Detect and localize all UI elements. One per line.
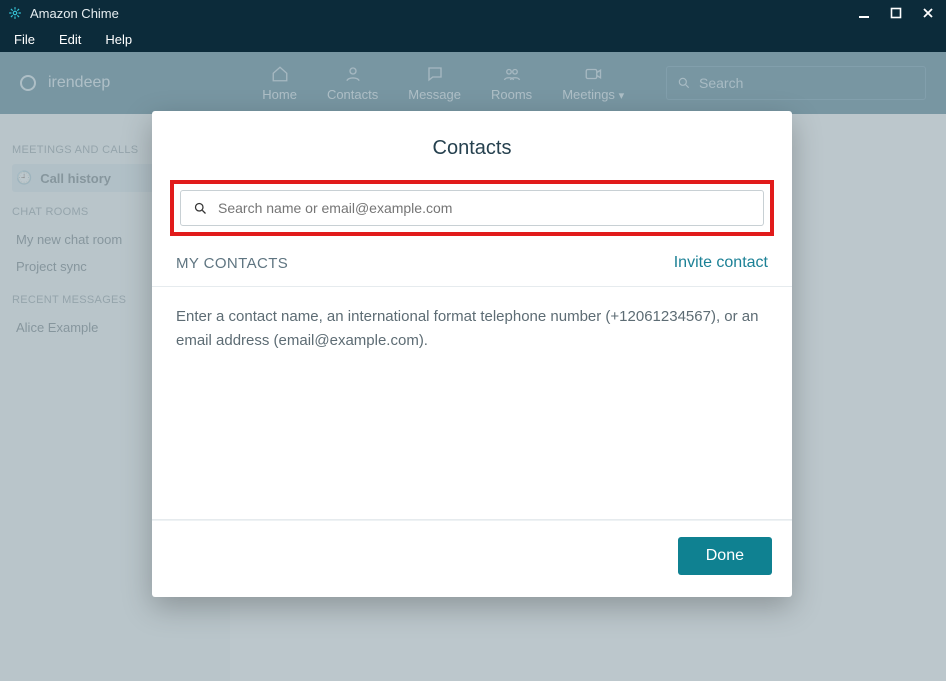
menu-help[interactable]: Help [105, 32, 132, 47]
titlebar: Amazon Chime [0, 0, 946, 26]
modal-search-field[interactable] [180, 190, 764, 226]
modal-help-text: Enter a contact name, an international f… [152, 287, 792, 371]
minimize-button[interactable] [858, 7, 876, 19]
modal-search-highlight [170, 180, 774, 236]
app-icon [8, 6, 22, 20]
menu-file[interactable]: File [14, 32, 35, 47]
done-button[interactable]: Done [678, 537, 772, 575]
search-icon [193, 201, 208, 216]
menu-edit[interactable]: Edit [59, 32, 81, 47]
contacts-modal: Contacts MY CONTACTS Invite contact Ente… [152, 111, 792, 597]
close-button[interactable] [922, 7, 940, 19]
modal-footer: Done [152, 520, 792, 597]
modal-search-input[interactable] [218, 200, 751, 216]
modal-subheader: MY CONTACTS Invite contact [152, 250, 792, 286]
window-controls [858, 7, 940, 19]
menubar: File Edit Help [0, 26, 946, 52]
maximize-button[interactable] [890, 7, 908, 19]
modal-spacer [152, 371, 792, 519]
modal-subheader-label: MY CONTACTS [176, 255, 288, 272]
main: irendeep Home Contacts Message [0, 52, 946, 681]
app-title: Amazon Chime [30, 6, 858, 21]
modal-title: Contacts [152, 111, 792, 180]
invite-contact-link[interactable]: Invite contact [674, 254, 768, 272]
